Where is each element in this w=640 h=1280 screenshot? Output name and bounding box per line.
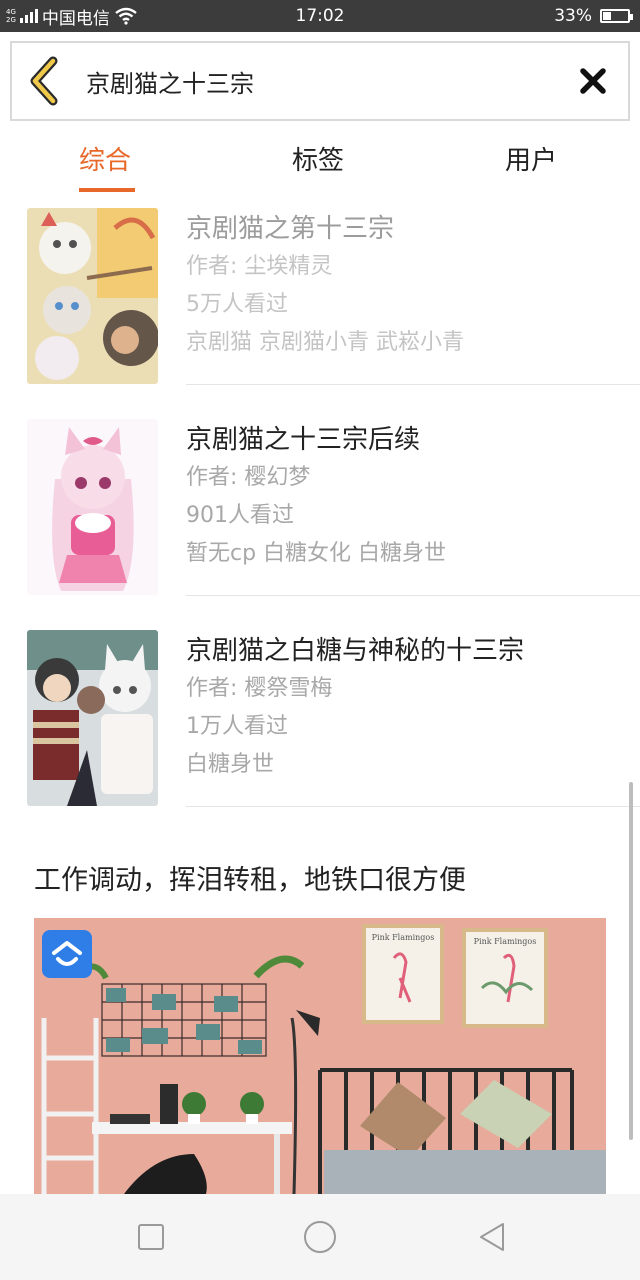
book-cover[interactable] [27, 419, 158, 595]
result-tags: 京剧猫 京剧猫小青 武崧小青 [186, 330, 464, 355]
active-tab-indicator [79, 188, 135, 192]
result-title: 京剧猫之白糖与神秘的十三宗 [186, 636, 525, 666]
square-icon [138, 1224, 164, 1250]
result-views: 901人看过 [186, 503, 294, 528]
wifi-icon [115, 7, 137, 25]
list-item[interactable]: 京剧猫之白糖与神秘的十三宗 作者: 樱祭雪梅 1万人看过 白糖身世 [0, 628, 640, 839]
list-item[interactable]: 京剧猫之第十三宗 作者: 尘埃精灵 5万人看过 京剧猫 京剧猫小青 武崧小青 [0, 206, 640, 417]
result-title: 京剧猫之十三宗后续 [186, 425, 421, 455]
result-title: 京剧猫之第十三宗 [186, 214, 395, 244]
divider [186, 806, 640, 807]
results-list: 京剧猫之第十三宗 作者: 尘埃精灵 5万人看过 京剧猫 京剧猫小青 武崧小青 京… [0, 206, 640, 839]
book-cover[interactable] [27, 208, 158, 384]
clear-search-button[interactable] [558, 43, 628, 119]
battery-level [603, 12, 611, 20]
network-type-indicator: 4G 2G [6, 8, 16, 24]
recent-apps-button[interactable] [111, 1194, 191, 1280]
search-bar: 京剧猫之十三宗 [10, 41, 630, 121]
poster-text: Pink Flamingos [474, 937, 537, 946]
home-button[interactable] [280, 1194, 360, 1280]
back-nav-button[interactable] [452, 1194, 532, 1280]
system-nav-bar [0, 1194, 640, 1280]
chevron-left-icon [30, 56, 58, 106]
result-views: 1万人看过 [186, 714, 288, 739]
result-author: 作者: 樱祭雪梅 [186, 676, 333, 701]
result-views: 5万人看过 [186, 292, 288, 317]
tab-users[interactable]: 用户 [505, 140, 557, 177]
signal-icon [19, 9, 38, 23]
result-tags: 暂无cp 白糖女化 白糖身世 [186, 541, 447, 566]
poster-text: Pink Flamingos [372, 933, 435, 942]
book-cover[interactable] [27, 630, 158, 806]
tab-comprehensive[interactable]: 综合 [79, 140, 131, 177]
tab-bar: 综合 标签 用户 [0, 122, 640, 200]
back-button[interactable] [12, 43, 76, 119]
tab-tags[interactable]: 标签 [292, 140, 344, 177]
list-item[interactable]: 京剧猫之十三宗后续 作者: 樱幻梦 901人看过 暂无cp 白糖女化 白糖身世 [0, 417, 640, 628]
divider [186, 384, 640, 385]
circle-icon [304, 1221, 336, 1253]
triangle-back-icon [480, 1223, 504, 1251]
battery-percent: 33% [554, 6, 592, 26]
search-input[interactable]: 京剧猫之十三宗 [76, 64, 558, 99]
carrier-name: 中国电信 [41, 8, 110, 29]
result-tags: 白糖身世 [186, 752, 275, 777]
divider [186, 595, 640, 596]
result-author: 作者: 樱幻梦 [186, 465, 311, 490]
ad-title[interactable]: 工作调动，挥泪转租，地铁口很方便 [34, 858, 466, 897]
status-bar: 4G 2G 中国电信 17:02 33% [0, 0, 640, 32]
battery-icon [600, 9, 633, 23]
app-logo-icon [42, 930, 92, 978]
close-icon [580, 68, 606, 94]
result-author: 作者: 尘埃精灵 [186, 254, 333, 279]
ad-image[interactable]: Pink Flamingos Pink Flamingos [34, 918, 606, 1194]
scrollbar[interactable] [629, 782, 633, 1140]
